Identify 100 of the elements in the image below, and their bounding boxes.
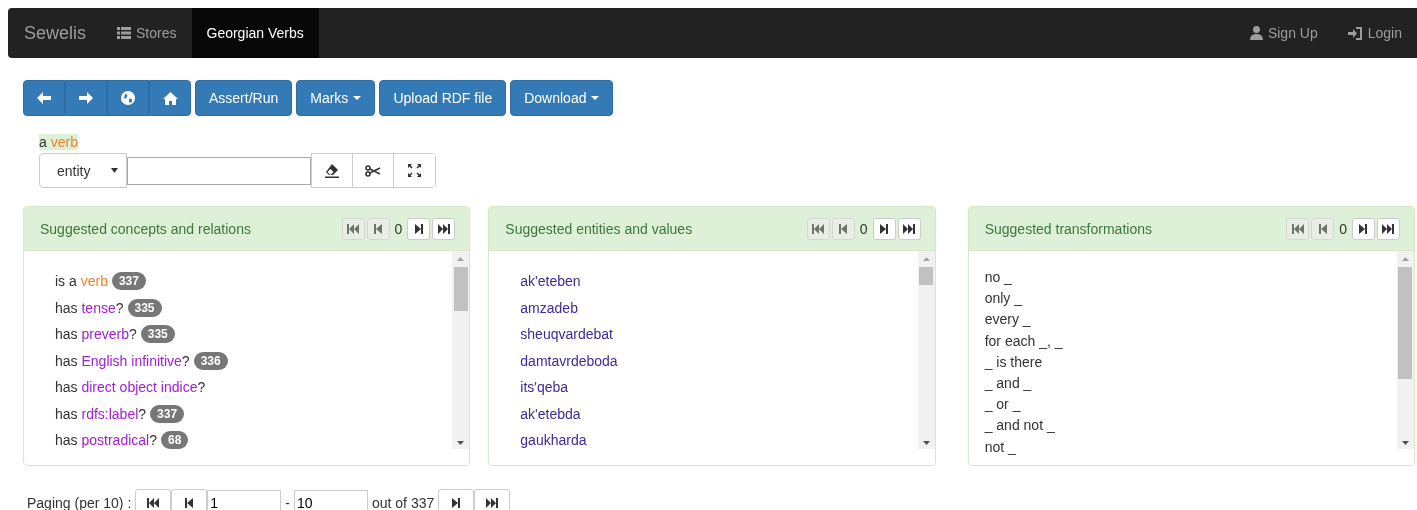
last-icon — [486, 498, 499, 508]
user-icon — [1249, 26, 1263, 40]
previous-icon — [185, 498, 194, 508]
eraser-icon — [325, 163, 339, 178]
previous-icon — [1318, 223, 1327, 234]
transformation-item[interactable]: _ and not _ — [984, 417, 1055, 434]
previous-icon — [839, 223, 848, 234]
concept-link[interactable]: has tense? — [55, 299, 124, 316]
scissors-icon — [365, 164, 381, 177]
transformation-item[interactable]: _ is there — [984, 353, 1043, 370]
concept-link[interactable]: has preverb? — [55, 326, 137, 343]
login-icon — [1347, 26, 1363, 40]
back-button[interactable] — [23, 80, 65, 116]
total-count: out of 337 — [371, 495, 435, 510]
toolbar-button[interactable]: Download — [510, 80, 614, 116]
concept-link[interactable]: has postradical? — [55, 432, 157, 449]
transformation-item[interactable]: not _ — [984, 438, 1016, 455]
scroll-up-icon — [1402, 257, 1409, 261]
entity-link[interactable]: amzadeb — [520, 299, 578, 316]
count-badge: 336 — [193, 351, 228, 370]
last-page-button[interactable] — [432, 217, 456, 240]
scroll-thumb[interactable] — [1398, 267, 1413, 379]
last-icon — [903, 223, 916, 234]
concept-link[interactable]: has rdfs:label? — [55, 405, 147, 422]
count-badge: 335 — [140, 325, 175, 344]
last-page-button[interactable] — [474, 489, 511, 510]
concept-link[interactable]: has direct object indice? — [55, 379, 206, 396]
page-count: 0 — [1338, 220, 1348, 237]
to-field[interactable]: 10 — [293, 490, 368, 510]
first-icon — [147, 498, 160, 508]
scroll-thumb[interactable] — [453, 267, 468, 311]
back-arrow-icon — [37, 92, 51, 104]
next-page-button[interactable] — [438, 489, 475, 510]
count-badge: 337 — [150, 404, 185, 423]
forward-arrow-icon — [79, 92, 93, 104]
caret-icon — [111, 168, 118, 173]
scroll-down-icon — [1402, 441, 1409, 445]
home-button[interactable] — [149, 80, 191, 116]
range-separator: - — [285, 495, 290, 510]
from-field[interactable]: 1 — [207, 490, 282, 510]
toolbar-button[interactable]: Upload RDF file — [379, 80, 507, 116]
scroll-down-icon — [457, 441, 465, 445]
paging-label: Paging (per 10) : — [27, 495, 132, 510]
previous-icon — [374, 223, 383, 234]
next-page-button[interactable] — [872, 217, 896, 240]
home-icon — [162, 91, 178, 105]
nav-link[interactable]: Login — [1332, 8, 1417, 58]
transformation-item[interactable]: only _ — [984, 290, 1022, 307]
last-page-button[interactable] — [1377, 217, 1400, 240]
scroll-up-icon — [922, 257, 930, 261]
first-icon — [1291, 223, 1304, 234]
toolbar-button[interactable]: Assert/Run — [195, 80, 293, 116]
first-page-button[interactable] — [135, 489, 172, 510]
transformation-item[interactable]: no _ — [984, 269, 1012, 285]
expand-icon — [408, 164, 421, 177]
page-count: 0 — [393, 220, 404, 237]
scrollbar[interactable] — [1397, 251, 1414, 465]
panel-title: Suggested transformations — [984, 220, 1152, 237]
input-field[interactable] — [127, 156, 311, 185]
scroll-down-icon — [922, 441, 930, 445]
panel-title: Suggested concepts and relations — [40, 220, 251, 237]
transformation-item[interactable]: _ or _ — [984, 396, 1021, 413]
count-badge: 68 — [160, 431, 189, 450]
scrollbar[interactable] — [917, 251, 935, 465]
next-icon — [1359, 223, 1368, 234]
nav-link[interactable]: Sign Up — [1234, 8, 1333, 58]
transformation-item[interactable]: for each _, _ — [984, 332, 1063, 349]
scrollbar[interactable] — [452, 251, 470, 465]
nav-tab[interactable]: Stores — [102, 8, 192, 58]
caret-icon — [353, 96, 362, 100]
globe-icon — [121, 91, 135, 105]
entity-select[interactable]: entity — [39, 153, 127, 188]
list-icon — [117, 27, 132, 39]
next-icon — [414, 223, 423, 234]
forward-button[interactable] — [65, 80, 107, 116]
nav-tab[interactable]: Georgian Verbs — [191, 8, 319, 58]
entity-link[interactable]: damtavrdeboda — [520, 352, 618, 369]
panel-title: Suggested entities and values — [505, 220, 693, 237]
brand-link[interactable]: Sewelis — [8, 8, 103, 58]
next-page-button[interactable] — [407, 217, 431, 240]
entity-link[interactable]: ak'etebda — [520, 405, 581, 422]
scroll-up-icon — [457, 257, 465, 261]
count-badge: 337 — [111, 272, 146, 291]
concept-link[interactable]: is a verb — [55, 273, 108, 290]
transformation-item[interactable]: _ and _ — [984, 374, 1032, 391]
entity-link[interactable]: ak'eteben — [520, 273, 581, 290]
globe-button[interactable] — [107, 80, 149, 116]
next-page-button[interactable] — [1352, 217, 1375, 240]
scroll-thumb[interactable] — [919, 267, 934, 285]
previous-page-button[interactable] — [171, 489, 208, 510]
last-icon — [437, 223, 450, 234]
transformation-item[interactable]: every _ — [984, 311, 1031, 328]
last-page-button[interactable] — [897, 217, 921, 240]
entity-link[interactable]: its'qeba — [520, 379, 569, 396]
toolbar-button[interactable]: Marks — [296, 80, 376, 116]
concept-link[interactable]: has English infinitive? — [55, 352, 190, 369]
first-icon — [812, 223, 825, 234]
entity-link[interactable]: sheuqvardebat — [520, 326, 613, 343]
count-badge: 335 — [127, 298, 162, 317]
entity-link[interactable]: gaukharda — [520, 432, 587, 449]
